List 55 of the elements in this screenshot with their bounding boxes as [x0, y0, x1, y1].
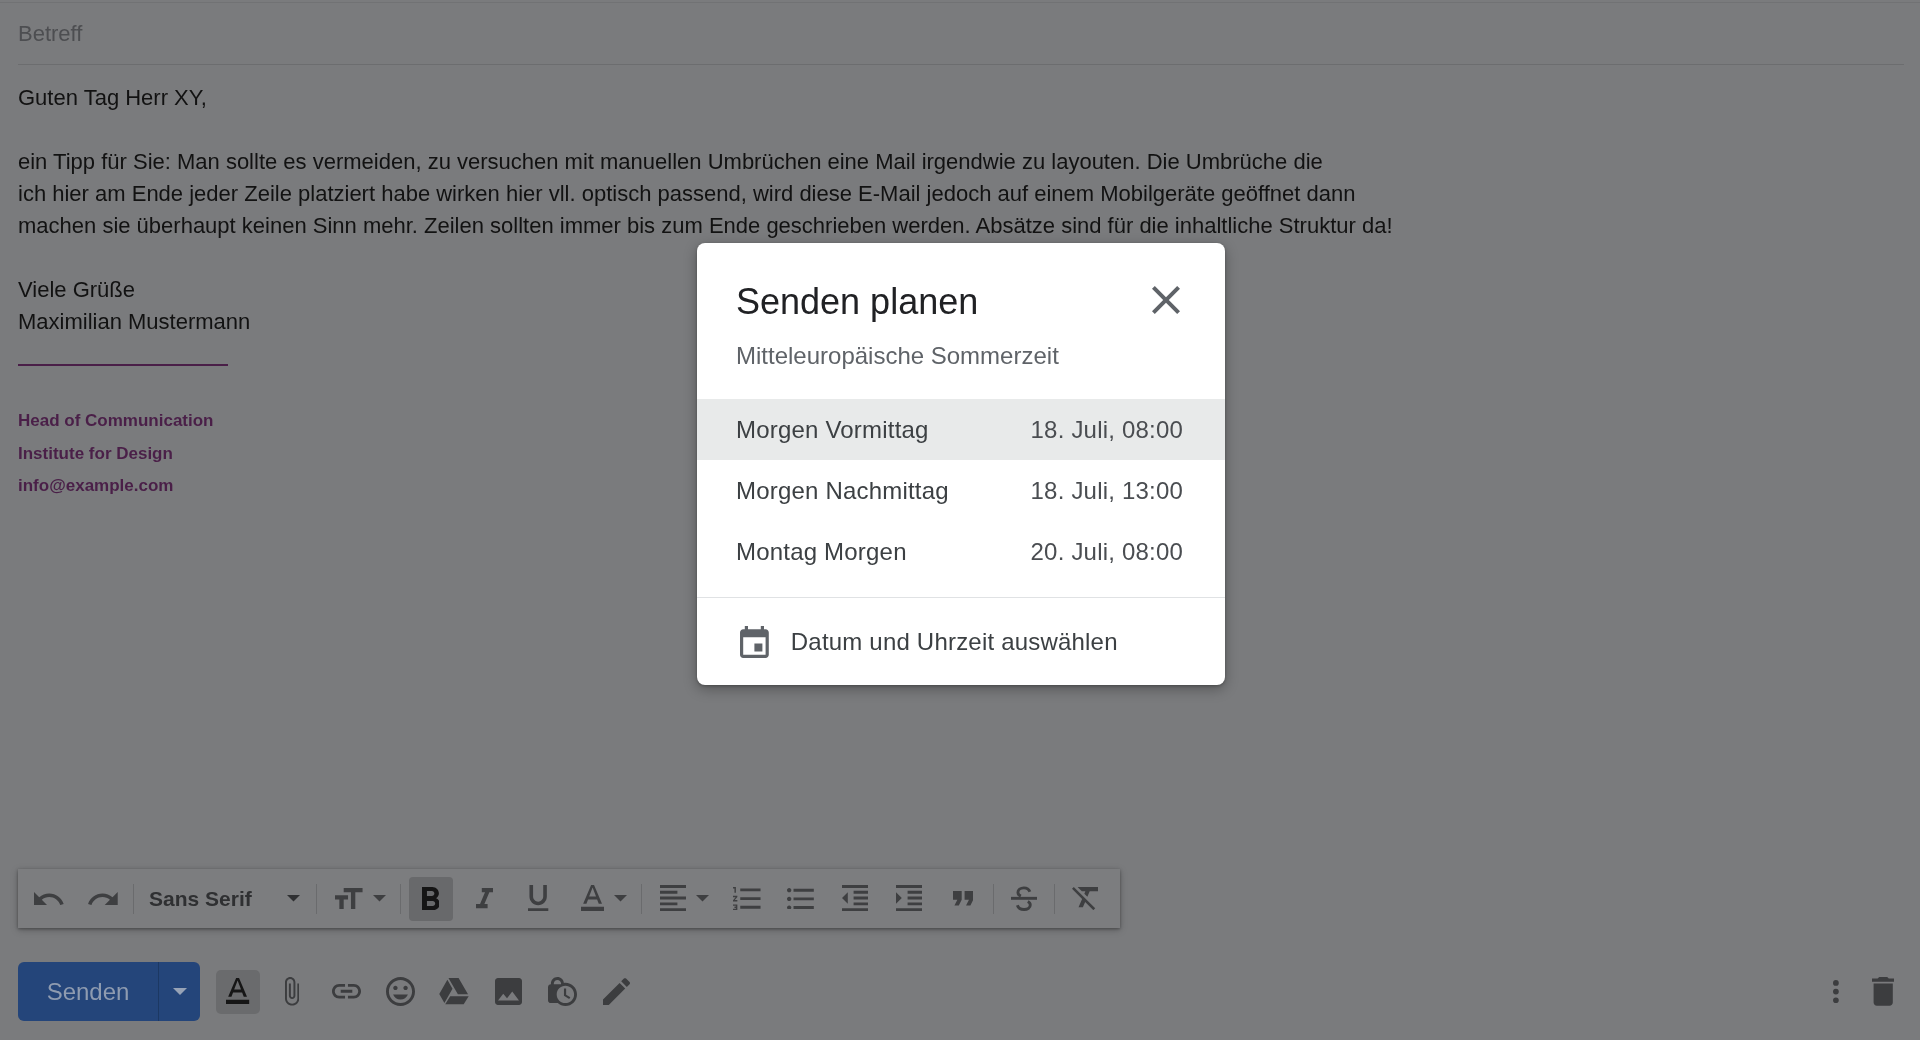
quote-icon [952, 891, 973, 906]
smiley-icon [385, 977, 415, 1006]
option-time: 20. Juli, 08:00 [1030, 537, 1183, 566]
caret-icon [287, 895, 300, 902]
send-options-button[interactable] [158, 962, 200, 1021]
sender-name: Maximilian Mustermann [18, 308, 251, 336]
option-label: Morgen Nachmittag [736, 476, 949, 505]
option-time: 18. Juli, 13:00 [1030, 476, 1183, 505]
text-color-icon [580, 885, 604, 912]
caret-icon [172, 988, 187, 995]
strikethrough-icon [1010, 885, 1037, 912]
dialog-title: Senden planen [736, 280, 979, 324]
caret-icon [695, 895, 709, 902]
closing-text: Viele Grüße [18, 276, 135, 304]
pick-date-time-option[interactable]: Datum und Uhrzeit auswählen [740, 625, 1118, 658]
align-left-icon [659, 885, 686, 912]
underline-icon [528, 885, 549, 912]
option-time: 18. Juli, 08:00 [1030, 415, 1183, 444]
indent-icon [895, 885, 922, 912]
triangle-icon [439, 978, 469, 1005]
trash-icon [1871, 977, 1895, 1006]
calendar-icon [740, 625, 769, 658]
bulleted-list-icon [787, 887, 815, 910]
option-label: Montag Morgen [736, 537, 907, 566]
lock-clock-icon [547, 977, 577, 1006]
undo-icon [34, 891, 64, 905]
text-format-icon [226, 978, 250, 1005]
caret-icon [613, 895, 627, 902]
image-icon [494, 978, 522, 1005]
bold-icon [421, 886, 440, 911]
signature-title: Head of Communication [18, 410, 214, 432]
schedule-option[interactable]: Morgen Nachmittag 18. Juli, 13:00 [697, 460, 1225, 521]
italic-icon [475, 888, 494, 909]
schedule-option[interactable]: Morgen Vormittag 18. Juli, 08:00 [697, 399, 1225, 460]
close-button[interactable] [1152, 286, 1180, 314]
clear-formatting-icon [1071, 886, 1098, 911]
option-label: Morgen Vormittag [736, 415, 929, 444]
numbered-list-icon [733, 886, 761, 911]
outdent-icon [841, 885, 868, 912]
schedule-option[interactable]: Montag Morgen 20. Juli, 08:00 [697, 521, 1225, 582]
close-icon [1152, 286, 1180, 314]
greeting-text: Guten Tag Herr XY, [18, 84, 207, 112]
pen-icon [602, 977, 630, 1006]
signature-organization: Institute for Design [18, 442, 173, 465]
text-size-icon [335, 887, 363, 910]
paperclip-icon [284, 977, 300, 1006]
redo-icon [88, 891, 118, 905]
formatting-options-button[interactable] [216, 969, 260, 1014]
body-paragraph: ein Tipp für Sie: Man sollte es vermeiden, zu versuchen mit manuellen Umbrüchen eine Mail irgendwie zu layouten. Die Umbrüche die ich hier am Ende jeder Zeile platziert habe wirken hier vll. optisch passend, wird diese E-Mail jedoch auf einem Mobilgeräte geöffnet dann machen sie überhaupt keinen Sinn mehr. Zeilen sollten immer bis zum Ende geschrieben werden. Absätze sind für die inhaltliche Struktur da! [18, 148, 1393, 240]
more-vertical-icon [1833, 979, 1839, 1004]
link-icon [331, 984, 361, 999]
caret-icon [372, 895, 386, 902]
signature-email: info@example.com [18, 475, 174, 497]
bold-button[interactable] [408, 876, 453, 921]
timezone-text: Mitteleuropäische Sommerzeit [736, 341, 1059, 371]
